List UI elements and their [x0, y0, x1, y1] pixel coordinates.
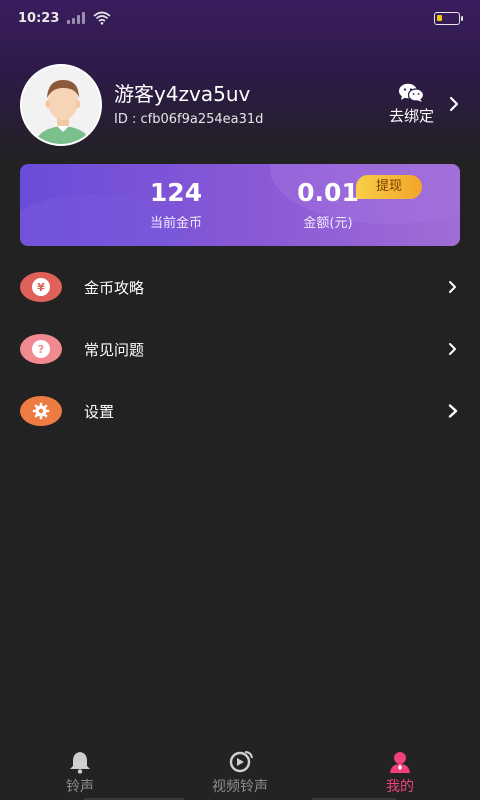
battery-icon	[434, 12, 463, 25]
chevron-right-icon	[449, 281, 456, 293]
tab-label: 我的	[386, 779, 414, 795]
chevron-right-icon[interactable]	[448, 96, 460, 112]
status-time: 10:23	[18, 10, 60, 26]
wechat-icon	[399, 83, 425, 102]
tab-video-ringtones[interactable]: 视频铃声	[160, 742, 320, 800]
tab-label: 铃声	[66, 779, 94, 795]
user-info: 游客y4zva5uv ID : cfb06f9a254ea31d	[114, 82, 389, 127]
coin-card: 124 当前金币 0.01 金额(元) 提现	[20, 164, 460, 246]
profile-section: 游客y4zva5uv ID : cfb06f9a254ea31d 去绑定	[20, 64, 460, 146]
video-icon	[229, 751, 253, 773]
yen-icon: ¥	[20, 272, 62, 302]
coins-label: 当前金币	[149, 216, 202, 231]
menu-item-coin-guide[interactable]: ¥ 金币攻略	[0, 256, 480, 318]
coins-value: 124	[149, 178, 203, 207]
tab-label: 视频铃声	[212, 779, 268, 795]
menu-item-label: 金币攻略	[84, 278, 145, 297]
wifi-icon	[93, 11, 111, 25]
coins-stat: 124 当前金币	[120, 178, 232, 231]
bell-icon	[70, 752, 90, 774]
question-icon: ?	[20, 334, 62, 364]
chevron-right-icon	[449, 343, 456, 355]
tab-ringtones[interactable]: 铃声	[0, 742, 160, 800]
bind-label: 去绑定	[388, 106, 434, 125]
menu-item-label: 设置	[84, 402, 115, 421]
menu-list: ¥ 金币攻略 ? 常见问题 设置	[0, 256, 480, 442]
username: 游客y4zva5uv	[114, 81, 251, 106]
chevron-right-icon	[448, 404, 458, 418]
menu-item-settings[interactable]: 设置	[0, 380, 480, 442]
bind-wechat-button[interactable]: 去绑定	[389, 83, 434, 126]
bottom-tab-bar: 铃声 视频铃声 我的	[0, 742, 480, 800]
gear-icon	[20, 396, 62, 426]
withdraw-button[interactable]: 提现	[356, 175, 422, 199]
person-icon	[390, 752, 410, 773]
tab-mine[interactable]: 我的	[320, 742, 480, 800]
status-bar: 10:23	[0, 0, 480, 36]
menu-item-label: 常见问题	[84, 340, 145, 359]
menu-item-faq[interactable]: ? 常见问题	[0, 318, 480, 380]
avatar[interactable]	[20, 64, 102, 146]
money-label: 金额(元)	[303, 216, 353, 231]
avatar-illustration	[22, 66, 100, 144]
user-id: ID : cfb06f9a254ea31d	[114, 111, 264, 127]
signal-icon	[67, 12, 86, 24]
